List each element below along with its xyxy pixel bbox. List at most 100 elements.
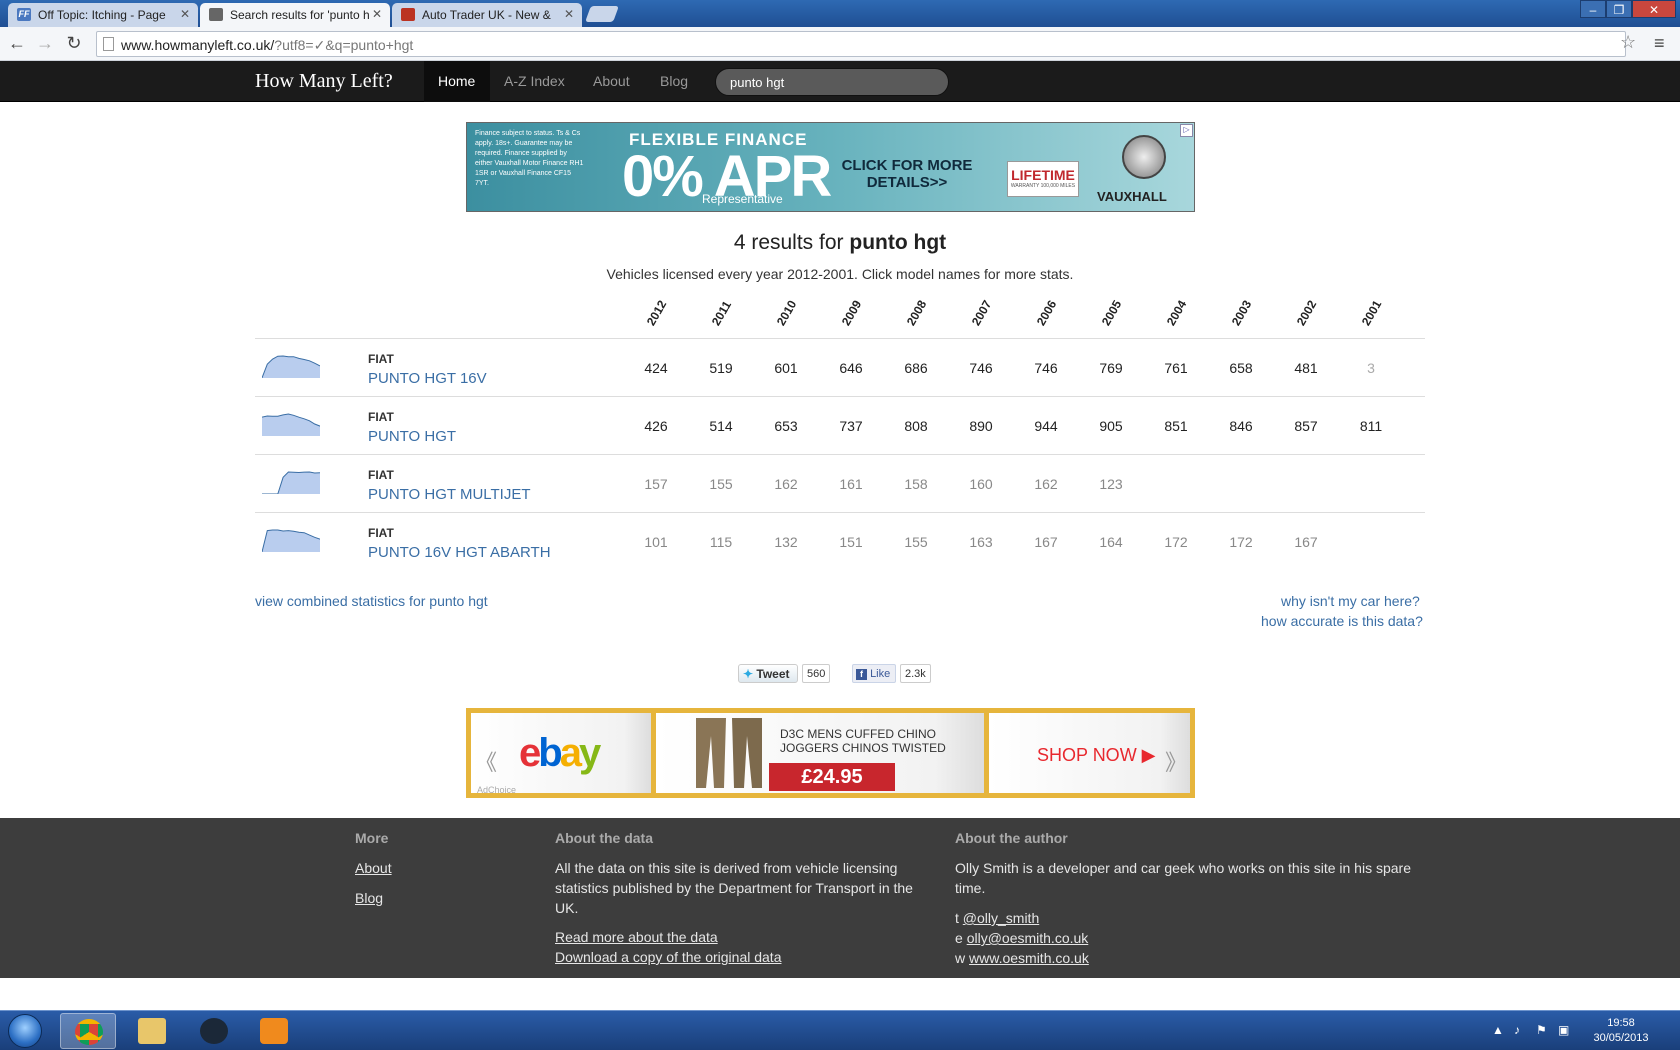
taskbar-media-player[interactable] [246, 1013, 302, 1049]
footer-data-heading: About the data [555, 830, 653, 846]
autotrader-favicon-icon [401, 8, 415, 21]
email-link[interactable]: olly@oesmith.co.uk [967, 930, 1089, 946]
taskbar-chrome[interactable] [60, 1013, 116, 1049]
flag-icon[interactable]: ⚑ [1536, 1023, 1547, 1037]
taskbar-explorer[interactable] [124, 1013, 180, 1049]
close-tab-icon[interactable]: ✕ [372, 7, 382, 21]
url-host: www.howmanyleft.co.uk/ [121, 37, 275, 53]
licence-count-cell: 115 [709, 534, 733, 550]
ebay-ad-banner[interactable]: 《 ebay AdChoice D3C MENS CUFFED CHINO JO… [466, 708, 1195, 798]
search-input[interactable]: punto hgt [715, 68, 949, 96]
licence-count-cell: 857 [1294, 418, 1318, 434]
licence-count-cell: 132 [774, 534, 798, 550]
ad-prev-arrow-icon[interactable]: 《 [475, 745, 497, 777]
vauxhall-ad-banner[interactable]: Finance subject to status. Ts & Cs apply… [466, 122, 1195, 212]
licence-count-cell: 172 [1229, 534, 1253, 550]
vehicle-model-link[interactable]: PUNTO HGT MULTIJET [368, 486, 531, 503]
contact-prefix: w [955, 950, 966, 966]
licence-count-cell: 161 [839, 476, 863, 492]
forward-arrow-icon[interactable]: → [34, 33, 56, 54]
accuracy-link[interactable]: how accurate is this data? [1261, 613, 1423, 629]
adchoices-icon[interactable]: ▷ [1180, 124, 1193, 137]
footer-author-heading: About the author [955, 830, 1068, 846]
footer-about-link[interactable]: About [355, 860, 392, 876]
results-query: punto hgt [849, 231, 947, 254]
licence-count-cell: 162 [774, 476, 798, 492]
tweet-button[interactable]: ✦ Tweet [738, 664, 798, 683]
volume-icon[interactable]: ♪ [1514, 1023, 1520, 1037]
like-label: Like [870, 668, 891, 680]
adchoice-label[interactable]: AdChoice [477, 785, 516, 795]
network-icon[interactable]: ▣ [1558, 1023, 1569, 1037]
licence-count-cell: 737 [839, 418, 863, 434]
ebay-logo-panel[interactable]: 《 ebay AdChoice [471, 713, 651, 795]
licence-count-cell: 769 [1099, 360, 1123, 376]
folder-icon [138, 1018, 166, 1044]
close-tab-icon[interactable]: ✕ [180, 7, 190, 21]
licence-count-cell: 846 [1229, 418, 1253, 434]
tab-off-topic[interactable]: FF Off Topic: Itching - Page ✕ [8, 3, 198, 27]
contact-web: w www.oesmith.co.uk [955, 948, 1089, 968]
close-tab-icon[interactable]: ✕ [564, 7, 574, 21]
browser-tabstrip: FF Off Topic: Itching - Page ✕ Search re… [0, 0, 1680, 27]
sparkline-chart [262, 355, 320, 378]
ebay-product-panel[interactable]: D3C MENS CUFFED CHINO JOGGERS CHINOS TWI… [656, 713, 984, 793]
ad-next-arrow-icon[interactable]: 》 [1165, 745, 1187, 777]
ad-product-title: D3C MENS CUFFED CHINO JOGGERS CHINOS TWI… [780, 727, 946, 755]
nav-about[interactable]: About [593, 73, 630, 89]
why-not-here-link[interactable]: why isn't my car here? [1281, 593, 1420, 609]
shop-now-button[interactable]: SHOP NOW ▶ [1037, 745, 1156, 766]
download-data-link[interactable]: Download a copy of the original data [555, 949, 781, 965]
steam-icon [200, 1018, 228, 1044]
year-header: 2008 [903, 297, 930, 328]
year-header: 2012 [643, 297, 670, 328]
tweet-count: 560 [802, 664, 831, 683]
new-tab-button[interactable] [585, 6, 619, 22]
tab-title: Auto Trader UK - New & [422, 8, 551, 22]
reload-icon[interactable]: ↻ [63, 33, 85, 54]
address-bar[interactable]: www.howmanyleft.co.uk/?utf8=✓&q=punto+hg… [96, 31, 1626, 57]
year-header: 2010 [773, 297, 800, 328]
ebay-shop-panel[interactable]: SHOP NOW ▶ 》 [989, 713, 1190, 793]
combined-stats-link[interactable]: view combined statistics for punto hgt [255, 593, 488, 609]
windows-taskbar: ▲ ♪ ⚑ ▣ 19:58 30/05/2013 [0, 1010, 1680, 1050]
licence-count-cell: 163 [969, 534, 993, 550]
nav-blog[interactable]: Blog [660, 73, 688, 89]
twitter-handle-link[interactable]: @olly_smith [963, 910, 1039, 926]
tab-search-results[interactable]: Search results for 'punto h ✕ [200, 3, 390, 27]
year-header: 2006 [1033, 297, 1060, 328]
licence-count-cell: 481 [1294, 360, 1318, 376]
read-more-data-link[interactable]: Read more about the data [555, 929, 718, 945]
ad-cta[interactable]: CLICK FOR MORE DETAILS>> [827, 157, 987, 191]
vehicle-model-link[interactable]: PUNTO HGT [368, 428, 456, 445]
website-link[interactable]: www.oesmith.co.uk [969, 950, 1089, 966]
row-divider [255, 454, 1425, 455]
facebook-like-button[interactable]: f Like [852, 664, 896, 683]
ad-lifetime-badge: LIFETIME WARRANTY 100,000 MILES [1007, 161, 1079, 197]
taskbar-clock[interactable]: 19:58 30/05/2013 [1586, 1016, 1656, 1046]
licence-count-cell: 162 [1034, 476, 1058, 492]
taskbar-steam[interactable] [186, 1013, 242, 1049]
menu-icon[interactable]: ≡ [1654, 33, 1665, 54]
ad-brand: VAUXHALL [1097, 189, 1167, 204]
tray-expand-icon[interactable]: ▲ [1492, 1023, 1504, 1037]
nav-home[interactable]: Home [438, 73, 475, 89]
nav-az-index[interactable]: A-Z Index [504, 73, 565, 89]
vehicle-model-link[interactable]: PUNTO HGT 16V [368, 370, 487, 387]
minimize-icon[interactable]: – [1580, 0, 1606, 18]
licence-count-cell: 851 [1164, 418, 1188, 434]
tab-auto-trader[interactable]: Auto Trader UK - New & ✕ [392, 3, 582, 27]
close-window-icon[interactable]: ✕ [1632, 0, 1676, 18]
sparkline-chart [262, 471, 320, 494]
back-arrow-icon[interactable]: ← [6, 33, 28, 54]
sparkline-chart [262, 529, 320, 552]
bookmark-star-icon[interactable]: ☆ [1620, 32, 1636, 53]
site-brand[interactable]: How Many Left? [255, 70, 393, 93]
site-footer: More About Blog About the data All the d… [0, 818, 1680, 978]
media-player-icon [260, 1018, 288, 1044]
footer-blog-link[interactable]: Blog [355, 890, 383, 906]
start-button[interactable] [8, 1014, 42, 1048]
vehicle-model-link[interactable]: PUNTO 16V HGT ABARTH [368, 544, 551, 561]
year-header: 2011 [708, 298, 735, 328]
maximize-icon[interactable]: ❐ [1606, 0, 1632, 18]
